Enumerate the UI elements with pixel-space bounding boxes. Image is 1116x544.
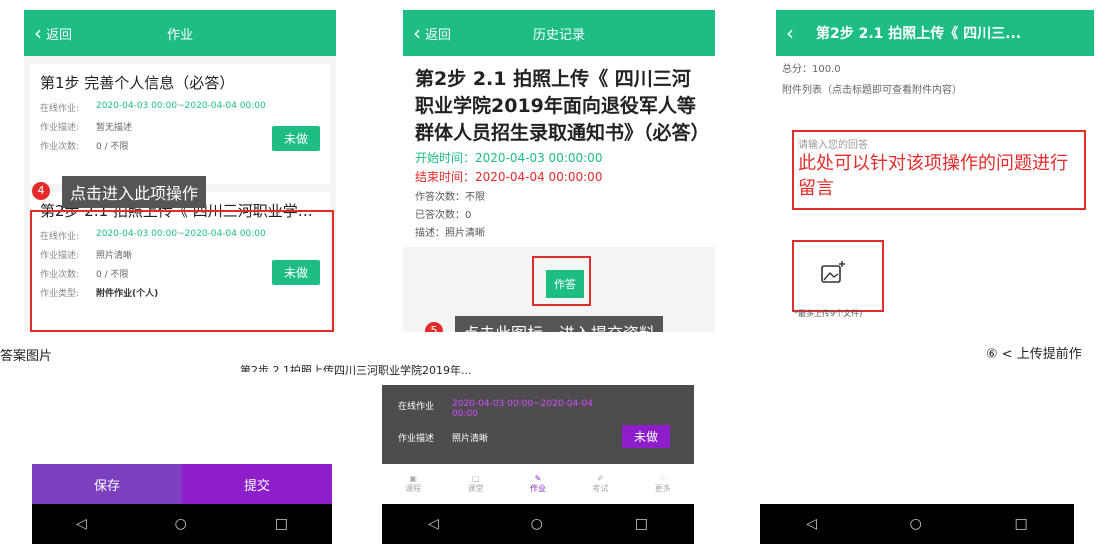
status-button[interactable]: 未做: [271, 126, 320, 151]
score-info: 总分：100.0 附件列表（点击标题即可查看附件内容）: [776, 56, 1094, 100]
recents-square-icon[interactable]: □: [635, 516, 648, 532]
grid-icon: ⁘: [659, 474, 667, 483]
tooltip: 点击此图标，进入提交资料: [455, 316, 664, 332]
online-value: 2020-04-03 00:00~2020-04-04 00:00: [452, 399, 593, 419]
tab-homework[interactable]: ✎ 作业: [530, 474, 546, 494]
back-button[interactable]: ‹: [786, 23, 794, 43]
homework-title: 第2步 2.1 拍照上传《 四川三河职业学院2019年面向退役军人等群体人员招生…: [403, 56, 715, 149]
image-add-icon: [821, 261, 845, 283]
action-bar: 保存 提交: [32, 464, 332, 504]
tooltip: 点击进入此项操作: [62, 176, 207, 208]
chevron-left-icon: ‹: [34, 21, 42, 45]
bottom-screen-1: 保存 提交 ◁ ○ □: [32, 372, 332, 544]
end-time: 结束时间：2020-04-04 00:00:00: [415, 170, 603, 184]
home-circle-icon[interactable]: ○: [910, 516, 922, 532]
answer-textarea[interactable]: 请输入您的回答 此处可以针对该项操作的问题进行留言: [792, 130, 1086, 210]
count-value: 0 / 不限: [96, 142, 129, 152]
homework-info: 开始时间：2020-04-03 00:00:00 结束时间：2020-04-04…: [403, 149, 715, 247]
desc-value: 暂无描述: [96, 123, 133, 133]
home-circle-icon[interactable]: ○: [531, 516, 543, 532]
back-button[interactable]: ‹ 返回: [34, 23, 72, 43]
back-triangle-icon[interactable]: ◁: [428, 516, 439, 532]
highlight-box: [30, 210, 334, 332]
bottom-screen-3: ◁ ○ □: [760, 372, 1074, 544]
back-triangle-icon[interactable]: ◁: [76, 516, 87, 532]
count-label: 作业次数:: [40, 142, 80, 152]
system-nav: ◁ ○ □: [760, 504, 1074, 544]
recents-square-icon[interactable]: □: [1014, 516, 1027, 532]
top-bar: ‹ 第2步 2.1 拍照上传《 四川三...: [776, 10, 1094, 56]
tab-course[interactable]: ▣ 课程: [405, 474, 421, 494]
system-nav: ◁ ○ □: [382, 504, 694, 544]
desc-value: 照片清晰: [452, 434, 489, 444]
step-badge: 5: [425, 322, 443, 332]
status-button[interactable]: 未做: [622, 425, 671, 448]
recents-square-icon[interactable]: □: [275, 516, 288, 532]
tab-bar: ▣ 课程 ▢ 课堂 ✎ 作业 ✐ 考试 ⁘ 更多: [382, 464, 694, 504]
step-badge: 4: [32, 182, 50, 200]
total-score: 总分：100.0: [782, 64, 841, 75]
back-label: 返回: [46, 27, 73, 43]
answer-screen: ‹ 第2步 2.1 拍照上传《 四川三... 总分：100.0 附件列表（点击标…: [776, 10, 1094, 326]
start-time: 开始时间：2020-04-03 00:00:00: [415, 151, 603, 165]
desc-label: 作业描述:: [40, 123, 80, 133]
system-nav: ◁ ○ □: [32, 504, 332, 544]
attachment-list[interactable]: 附件列表（点击标题即可查看附件内容）: [782, 81, 1088, 96]
tab-class[interactable]: ▢ 课堂: [468, 474, 484, 494]
back-triangle-icon[interactable]: ◁: [806, 516, 817, 532]
homework-card-1[interactable]: 第1步 完善个人信息（必答） 在线作业: 2020-04-03 00:00~202…: [30, 64, 330, 184]
home-circle-icon[interactable]: ○: [175, 516, 187, 532]
exam-icon: ✐: [597, 474, 604, 483]
tutorial-collage: ‹ 返回 作业 第1步 完善个人信息（必答） 在线作业: 2020-04-03 0…: [0, 0, 1116, 544]
board-icon: ▢: [471, 474, 480, 483]
answered-count: 已答次数：0: [415, 210, 472, 221]
upload-hint: *最多上传9个文件): [794, 309, 863, 318]
online-value: 2020-04-03 00:00~2020-04-04 00:00: [96, 101, 266, 111]
history-screen: ‹ 返回 历史记录 第2步 2.1 拍照上传《 四川三河职业学院2019年面向退…: [403, 10, 715, 332]
bottom-screen-2: 在线作业 2020-04-03 00:00~2020-04-04 00:00 作…: [382, 385, 694, 544]
chevron-left-icon: ‹: [413, 21, 421, 45]
back-label: 返回: [425, 27, 452, 43]
highlight-box: [532, 256, 591, 306]
annotation-note: 此处可以针对该项操作的问题进行留言: [798, 153, 1068, 199]
book-icon: ▣: [409, 474, 417, 483]
answer-placeholder: 请输入您的回答: [798, 140, 868, 151]
answer-count: 作答次数：不限: [415, 192, 485, 203]
online-label: 在线作业: [398, 402, 435, 412]
back-button[interactable]: ‹ 返回: [413, 23, 451, 43]
submit-button[interactable]: 提交: [182, 464, 332, 504]
top-bar: ‹ 返回 历史记录: [403, 10, 715, 56]
upload-button[interactable]: [792, 240, 884, 312]
online-label: 在线作业:: [40, 104, 80, 114]
tab-exam[interactable]: ✐ 考试: [592, 474, 608, 494]
tab-more[interactable]: ⁘ 更多: [655, 474, 671, 494]
card-title: 第1步 完善个人信息（必答）: [40, 74, 235, 92]
desc-label: 作业描述: [398, 434, 435, 444]
caption-strip-1: 答案图片: [0, 349, 53, 364]
caption-strip-3: ⑥ < 上传提前作: [986, 347, 1082, 362]
save-button[interactable]: 保存: [32, 464, 182, 504]
description: 描述：照片清晰: [415, 228, 485, 239]
top-bar: ‹ 返回 作业: [24, 10, 336, 56]
edit-icon: ✎: [534, 474, 542, 483]
page-title: 第2步 2.1 拍照上传《 四川三...: [816, 26, 1022, 42]
homework-list-screen: ‹ 返回 作业 第1步 完善个人信息（必答） 在线作业: 2020-04-03 0…: [24, 10, 336, 332]
chevron-left-icon: ‹: [786, 21, 794, 45]
